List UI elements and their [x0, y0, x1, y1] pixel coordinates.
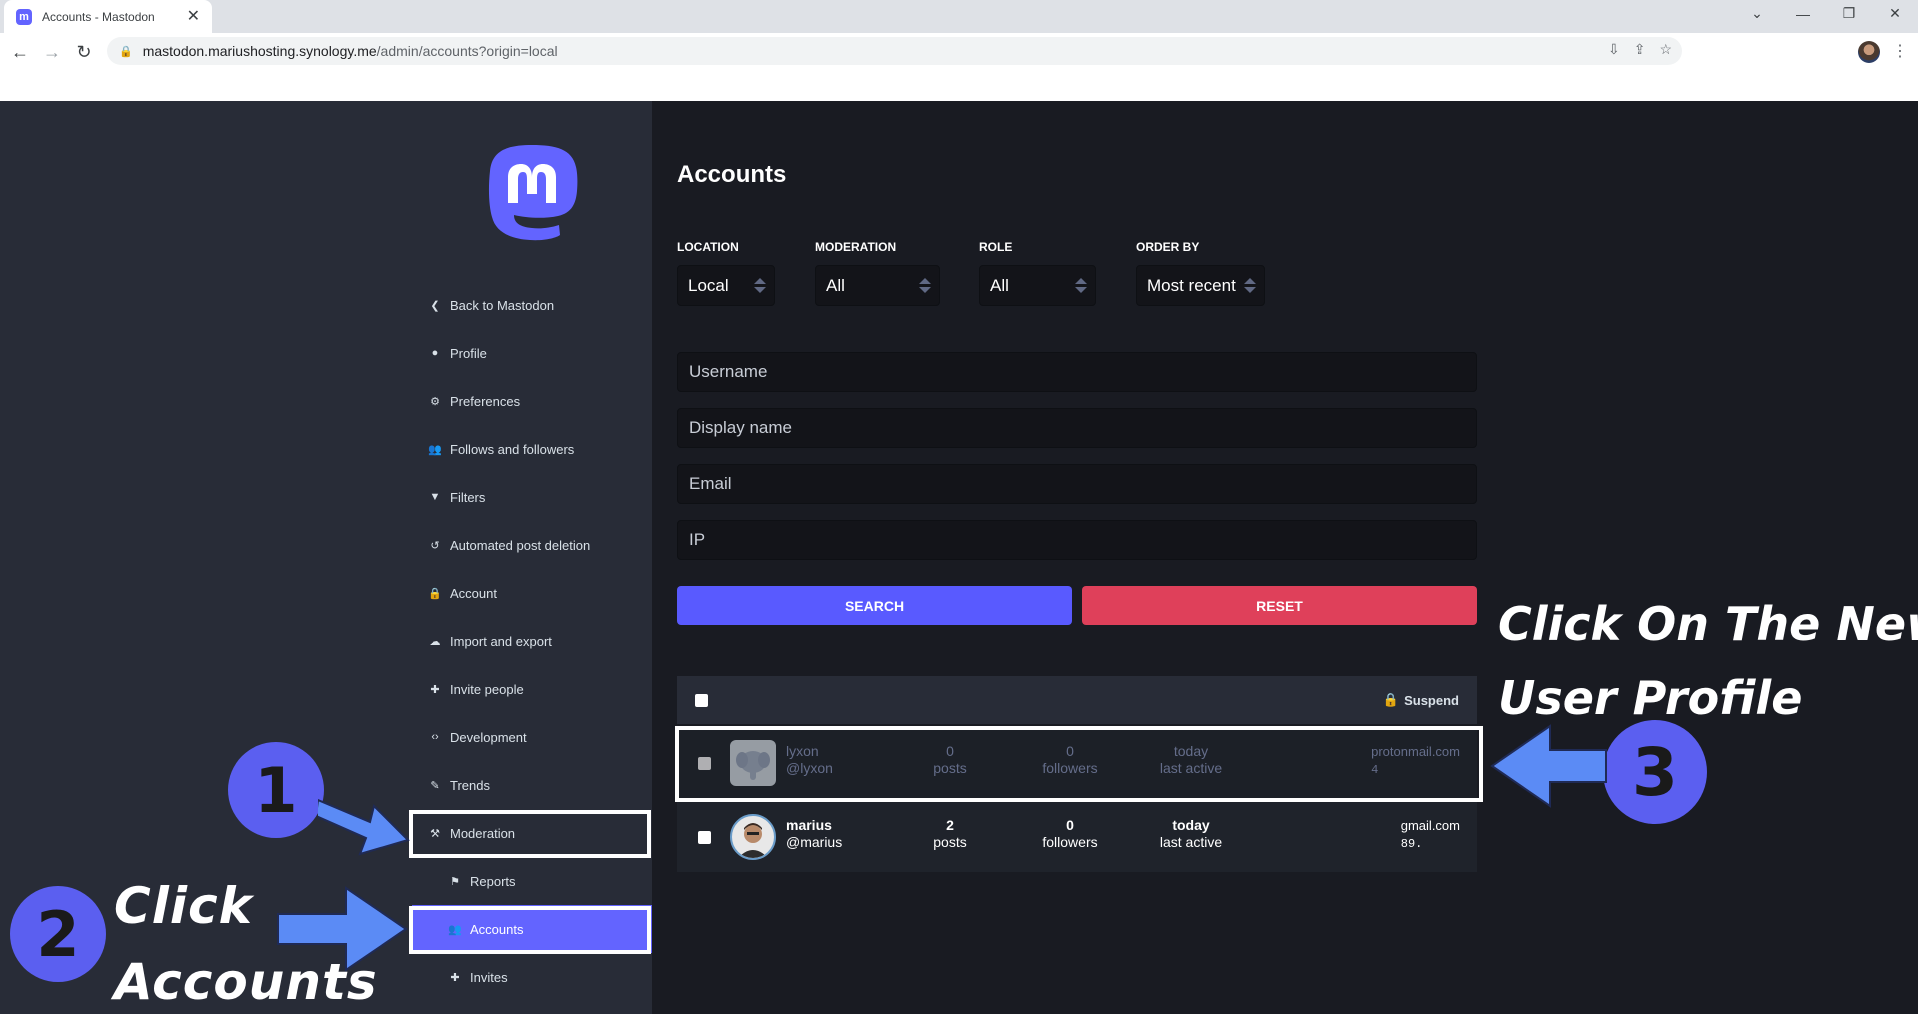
suspend-button[interactable]: 🔒 Suspend — [1383, 692, 1459, 708]
filter-location: Location Local — [677, 240, 775, 306]
filter-role: Role All — [979, 240, 1096, 306]
sidebar-item-follows[interactable]: 👥 Follows and followers — [412, 425, 652, 473]
lock-icon[interactable]: 🔒 — [119, 45, 133, 58]
forward-icon[interactable]: → — [38, 38, 66, 66]
sidebar-item-trends[interactable]: ✎ Trends — [412, 761, 652, 809]
select-arrows-icon — [1075, 278, 1087, 293]
select-arrows-icon — [919, 278, 931, 293]
sidebar-item-back[interactable]: ❮ Back to Mastodon — [412, 281, 652, 329]
sidebar-item-development[interactable]: ‹› Development — [412, 713, 652, 761]
search-button[interactable]: Search — [677, 586, 1072, 625]
sidebar-item-profile[interactable]: ● Profile — [412, 329, 652, 377]
mastodon-logo[interactable] — [484, 141, 580, 244]
back-icon[interactable]: ← — [6, 38, 34, 66]
step-2-badge: 2 — [10, 886, 106, 982]
sidebar-item-invite-people[interactable]: ✚ Invite people — [412, 665, 652, 713]
new-user-highlight-box — [675, 726, 1483, 802]
tab-strip: m Accounts - Mastodon ✕ ⌄ — ❐ ✕ — [0, 0, 1918, 33]
step-1-badge: 1 — [228, 742, 324, 838]
users-icon: 👥 — [428, 443, 442, 456]
user-icon: ● — [431, 347, 439, 359]
table-row[interactable]: marius @marius 2 posts 0 followers today las… — [677, 798, 1477, 872]
restore-icon[interactable]: ❐ — [1826, 0, 1872, 27]
tab-title: Accounts - Mastodon — [42, 9, 155, 24]
ip-input[interactable] — [677, 520, 1477, 560]
user-plus-icon: ✚ — [450, 971, 460, 984]
fire-icon: ✎ — [430, 779, 440, 792]
profile-avatar[interactable] — [1858, 41, 1880, 63]
reset-button[interactable]: Reset — [1082, 586, 1477, 625]
install-icon[interactable]: ⇩ — [1608, 41, 1620, 58]
tab-search-icon[interactable]: ⌄ — [1734, 0, 1780, 27]
step-3-badge: 3 — [1603, 720, 1707, 824]
filter-moderation: Moderation All — [815, 240, 940, 306]
mastodon-favicon-icon: m — [16, 8, 32, 25]
cloud-download-icon: ☁ — [429, 635, 441, 648]
bookmark-star-icon[interactable]: ☆ — [1659, 41, 1672, 58]
arrow-to-new-user-icon — [1490, 724, 1607, 808]
location-select[interactable]: Local — [677, 265, 775, 306]
sidebar-item-import-export[interactable]: ☁ Import and export — [412, 617, 652, 665]
sidebar-item-preferences[interactable]: ⚙ Preferences — [412, 377, 652, 425]
reload-icon[interactable]: ↻ — [70, 38, 98, 66]
select-all-checkbox[interactable] — [695, 693, 708, 707]
account-name[interactable]: marius @marius — [786, 817, 842, 851]
accounts-highlight-box — [409, 906, 651, 954]
code-icon: ‹› — [431, 731, 439, 743]
account-email: gmail.com 89. — [1400, 818, 1460, 851]
filter-order-by: Order by Most recent — [1136, 240, 1265, 306]
followers-count: 0 followers — [1042, 817, 1098, 850]
order-by-select[interactable]: Most recent — [1136, 265, 1265, 306]
last-active: today last active — [1159, 817, 1223, 850]
table-header: 🔒 Suspend — [677, 676, 1477, 724]
lock-icon: 🔒 — [428, 587, 442, 600]
new-user-caption: Click On The New User Profile — [1498, 597, 1918, 725]
sidebar-item-account[interactable]: 🔒 Account — [412, 569, 652, 617]
minimize-icon[interactable]: — — [1780, 0, 1826, 27]
chevron-left-icon: ❮ — [430, 299, 440, 312]
gear-icon: ⚙ — [430, 395, 440, 408]
display-name-input[interactable] — [677, 408, 1477, 448]
username-input[interactable] — [677, 352, 1477, 392]
browser-toolbar: ← → ↻ 🔒 mastodon.mariushosting.synology.… — [0, 33, 1918, 70]
moderation-select[interactable]: All — [815, 265, 940, 306]
browser-tab[interactable]: m Accounts - Mastodon ✕ — [4, 0, 212, 33]
select-arrows-icon — [1244, 278, 1256, 293]
sidebar-item-invites[interactable]: ✚ Invites — [412, 953, 652, 1001]
user-photo-icon — [738, 823, 768, 858]
arrow-to-moderation-icon — [318, 798, 410, 856]
address-bar[interactable]: 🔒 mastodon.mariushosting.synology.me/adm… — [107, 37, 1682, 65]
flag-icon: ⚑ — [450, 875, 460, 888]
sidebar-item-post-deletion[interactable]: ↺ Automated post deletion — [412, 521, 652, 569]
filter-icon: ▼ — [429, 491, 441, 503]
sidebar-item-reports[interactable]: ⚑ Reports — [412, 857, 652, 905]
lock-icon: 🔒 — [1382, 692, 1400, 707]
omnibox-actions: ⇩ ⇪ ☆ — [1608, 41, 1672, 58]
user-plus-icon: ✚ — [430, 683, 440, 696]
click-accounts-caption: Click Accounts — [114, 877, 378, 1011]
window-controls: ⌄ — ❐ ✕ — [1734, 0, 1918, 27]
url-text: mastodon.mariushosting.synology.me/admin… — [142, 43, 558, 59]
avatar — [730, 814, 776, 860]
role-select[interactable]: All — [979, 265, 1096, 306]
close-window-icon[interactable]: ✕ — [1872, 0, 1918, 27]
page-title: Accounts — [677, 161, 787, 188]
posts-count: 2 posts — [933, 817, 967, 850]
close-tab-icon[interactable]: ✕ — [187, 8, 200, 25]
select-arrows-icon — [754, 278, 766, 293]
sidebar-item-filters[interactable]: ▼ Filters — [412, 473, 652, 521]
share-icon[interactable]: ⇪ — [1634, 41, 1646, 58]
history-icon: ↺ — [430, 539, 440, 552]
menu-kebab-icon[interactable]: ⋮ — [1892, 41, 1908, 61]
email-input[interactable] — [677, 464, 1477, 504]
row-checkbox[interactable] — [698, 831, 711, 844]
moderation-highlight-box — [409, 810, 651, 858]
